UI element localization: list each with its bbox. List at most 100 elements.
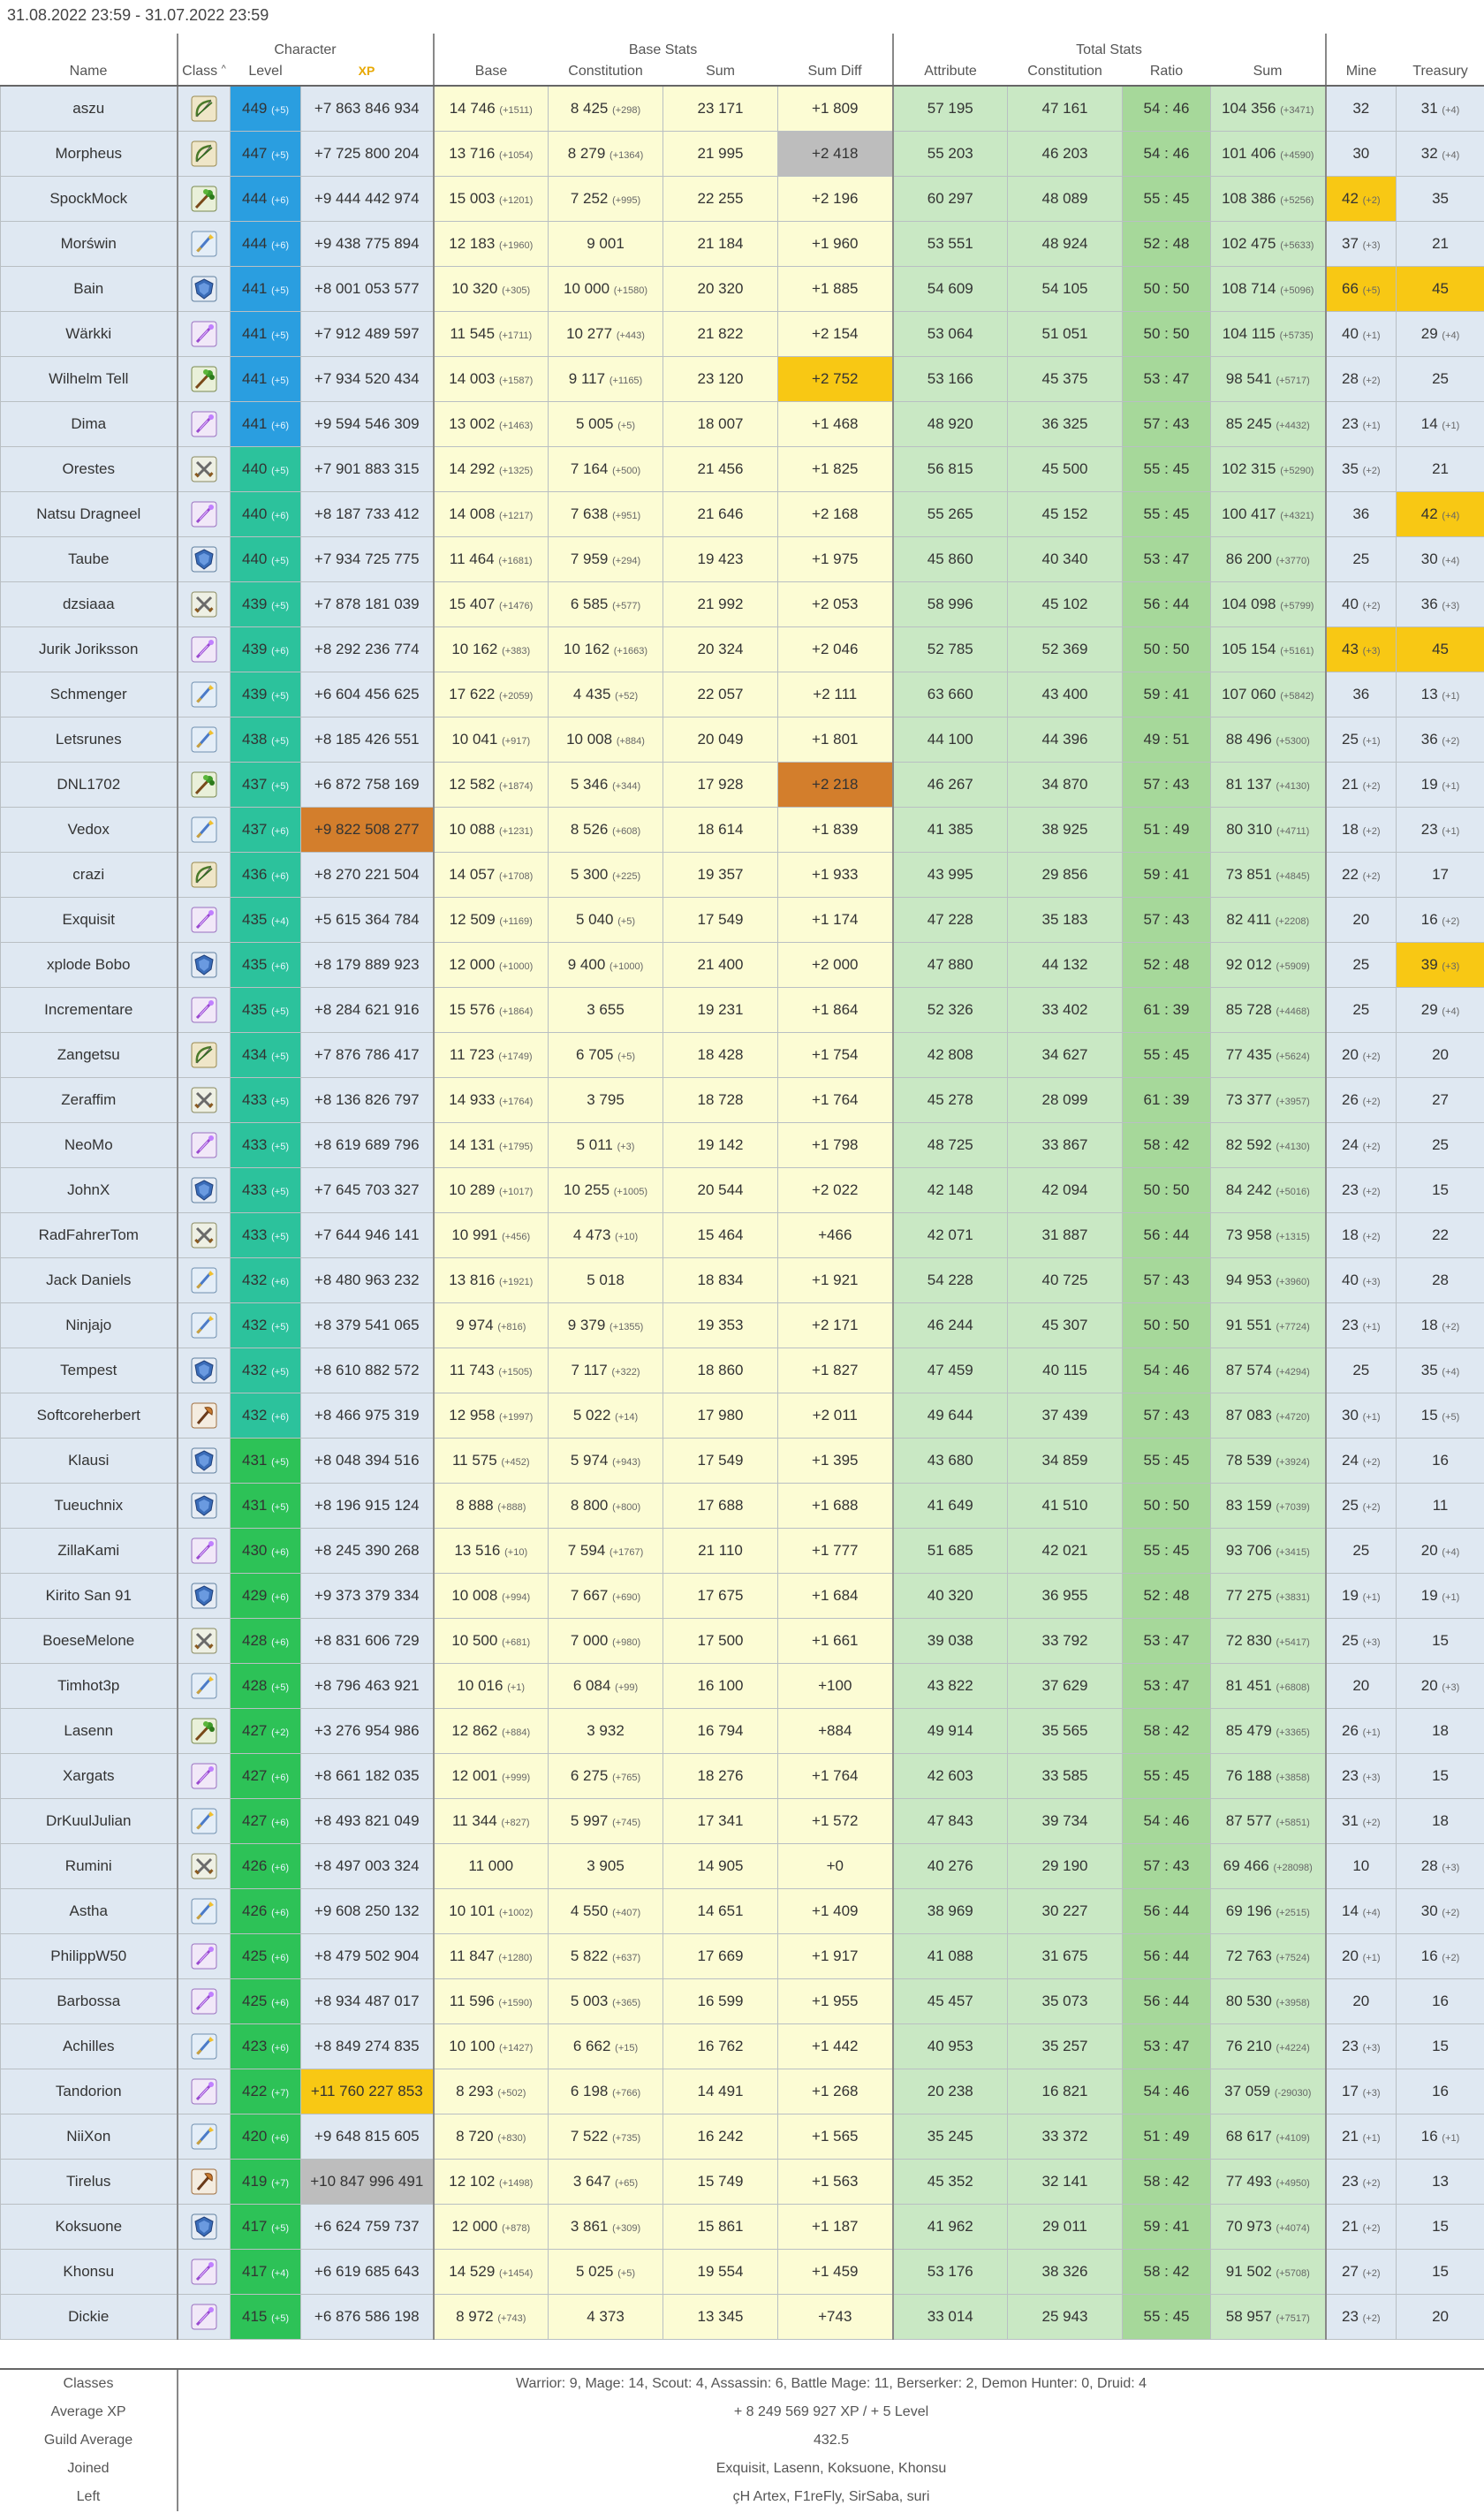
- table-row[interactable]: Letsrunes 438 (+5) +8 185 426 551 10 041 (+…: [0, 717, 1484, 763]
- player-xp: +9 822 508 277: [299, 807, 435, 853]
- table-row[interactable]: Dickie 415 (+5) +6 876 586 198 8 972 (+743)…: [0, 2294, 1484, 2340]
- table-row[interactable]: NiiXon 420 (+6) +9 648 815 605 8 720 (+830)…: [0, 2114, 1484, 2160]
- table-row[interactable]: Astha 426 (+6) +9 608 250 132 10 101 (+1002…: [0, 1888, 1484, 1934]
- table-row[interactable]: dzsiaaa 439 (+5) +7 878 181 039 15 407 (+14…: [0, 581, 1484, 627]
- table-row[interactable]: JohnX 433 (+5) +7 645 703 327 10 289 (+1017…: [0, 1167, 1484, 1213]
- player-class: [177, 491, 231, 537]
- table-row[interactable]: DrKuulJulian 427 (+6) +8 493 821 049 11 344…: [0, 1798, 1484, 1844]
- total-constitution: 51 051: [1007, 311, 1124, 357]
- table-row[interactable]: Zangetsu 434 (+5) +7 876 786 417 11 723 (+1…: [0, 1032, 1484, 1078]
- table-row[interactable]: Bain 441 (+5) +8 001 053 577 10 320 (+305) 1…: [0, 266, 1484, 312]
- table-row[interactable]: xplode Bobo 435 (+6) +8 179 889 923 12 000 …: [0, 942, 1484, 988]
- table-row[interactable]: Kirito San 91 429 (+6) +9 373 379 334 10 00…: [0, 1573, 1484, 1619]
- treasury-level: 45: [1396, 266, 1484, 312]
- player-level: 433 (+5): [230, 1077, 301, 1123]
- table-row[interactable]: Timhot3p 428 (+5) +8 796 463 921 10 016 (+1…: [0, 1663, 1484, 1709]
- table-row[interactable]: Taube 440 (+5) +7 934 725 775 11 464 (+1681…: [0, 536, 1484, 582]
- table-row[interactable]: Incrementare 435 (+5) +8 284 621 916 15 576…: [0, 987, 1484, 1033]
- table-row[interactable]: Schmenger 439 (+5) +6 604 456 625 17 622 (+…: [0, 672, 1484, 717]
- base-sum: 15 861: [662, 2204, 779, 2250]
- player-level: 439 (+5): [230, 581, 301, 627]
- table-row[interactable]: Tirelus 419 (+7) +10 847 996 491 12 102 (+1…: [0, 2159, 1484, 2205]
- player-name: Taube: [0, 536, 178, 582]
- table-row[interactable]: Morpheus 447 (+5) +7 725 800 204 13 716 (+1…: [0, 131, 1484, 177]
- player-xp: +7 725 800 204: [299, 131, 435, 177]
- mine-level: 26 (+2): [1325, 1077, 1397, 1123]
- base-stat: 13 002 (+1463): [433, 401, 549, 447]
- col-level[interactable]: Level: [230, 58, 301, 87]
- mine-level: 25 (+1): [1325, 717, 1397, 763]
- col-class[interactable]: Class ^: [177, 58, 231, 87]
- warrior-class-icon: [191, 1583, 217, 1609]
- col-treasury[interactable]: Treasury: [1396, 58, 1484, 87]
- table-row[interactable]: BoeseMelone 428 (+6) +8 831 606 729 10 500 …: [0, 1618, 1484, 1664]
- col-total-constitution[interactable]: Constitution: [1007, 58, 1123, 87]
- base-sum: 23 171: [662, 85, 779, 132]
- table-row[interactable]: Ninjajo 432 (+5) +8 379 541 065 9 974 (+816…: [0, 1302, 1484, 1348]
- mine-level: 18 (+2): [1325, 1212, 1397, 1258]
- player-class: [177, 1888, 231, 1934]
- table-row[interactable]: NeoMo 433 (+5) +8 619 689 796 14 131 (+1795…: [0, 1122, 1484, 1168]
- battlemage-class-icon: [191, 1673, 217, 1699]
- base-stat: 12 862 (+884): [433, 1708, 549, 1754]
- table-row[interactable]: Wilhelm Tell 441 (+5) +7 934 520 434 14 003…: [0, 356, 1484, 402]
- col-sum-diff[interactable]: Sum Diff: [777, 58, 894, 87]
- total-sum: 82 592 (+4130): [1210, 1122, 1327, 1168]
- base-sum: 15 749: [662, 2159, 779, 2205]
- warrior-class-icon: [191, 276, 217, 302]
- table-row[interactable]: Exquisit 435 (+4) +5 615 364 784 12 509 (+1…: [0, 897, 1484, 943]
- table-row[interactable]: Tandorion 422 (+7) +11 760 227 853 8 293 (+…: [0, 2069, 1484, 2114]
- table-row[interactable]: Vedox 437 (+6) +9 822 508 277 10 088 (+1231…: [0, 807, 1484, 853]
- base-stat: 15 407 (+1476): [433, 581, 549, 627]
- col-constitution[interactable]: Constitution: [548, 58, 663, 87]
- table-row[interactable]: Xargats 427 (+6) +8 661 182 035 12 001 (+99…: [0, 1753, 1484, 1799]
- mage-class-icon: [191, 1988, 217, 2015]
- col-xp[interactable]: XP: [300, 58, 435, 87]
- col-ratio[interactable]: Ratio: [1122, 58, 1211, 87]
- player-level: 440 (+6): [230, 491, 301, 537]
- col-sum[interactable]: Sum: [662, 58, 778, 87]
- table-row[interactable]: aszu 449 (+5) +7 863 846 934 14 746 (+1511)…: [0, 85, 1484, 132]
- table-row[interactable]: Tempest 432 (+5) +8 610 882 572 11 743 (+15…: [0, 1348, 1484, 1393]
- base-sum-diff: +1 409: [777, 1888, 894, 1934]
- table-row[interactable]: SpockMock 444 (+6) +9 444 442 974 15 003 (+…: [0, 176, 1484, 222]
- col-attribute[interactable]: Attribute: [892, 58, 1008, 87]
- treasury-level: 13: [1396, 2159, 1484, 2205]
- table-row[interactable]: Orestes 440 (+5) +7 901 883 315 14 292 (+13…: [0, 446, 1484, 492]
- table-row[interactable]: Softcoreherbert 432 (+6) +8 466 975 319 12 …: [0, 1393, 1484, 1439]
- table-row[interactable]: Natsu Dragneel 440 (+6) +8 187 733 412 14 0…: [0, 491, 1484, 537]
- table-row[interactable]: PhilippW50 425 (+6) +8 479 502 904 11 847 (…: [0, 1933, 1484, 1979]
- table-row[interactable]: Rumini 426 (+6) +8 497 003 324 11 000 3 905…: [0, 1843, 1484, 1889]
- player-level: 423 (+6): [230, 2023, 301, 2069]
- table-row[interactable]: Jack Daniels 432 (+6) +8 480 963 232 13 816…: [0, 1257, 1484, 1303]
- table-row[interactable]: Lasenn 427 (+2) +3 276 954 986 12 862 (+884…: [0, 1708, 1484, 1754]
- table-row[interactable]: Morświn 444 (+6) +9 438 775 894 12 183 (+19…: [0, 221, 1484, 267]
- table-row[interactable]: Achilles 423 (+6) +8 849 274 835 10 100 (+1…: [0, 2023, 1484, 2069]
- table-row[interactable]: crazi 436 (+6) +8 270 221 504 14 057 (+1708…: [0, 852, 1484, 898]
- table-row[interactable]: Dima 441 (+6) +9 594 546 309 13 002 (+1463)…: [0, 401, 1484, 447]
- base-constitution: 7 638 (+951): [548, 491, 664, 537]
- total-ratio: 54 : 46: [1122, 1348, 1212, 1393]
- table-row[interactable]: Barbossa 425 (+6) +8 934 487 017 11 596 (+1…: [0, 1978, 1484, 2024]
- table-row[interactable]: DNL1702 437 (+5) +6 872 758 169 12 582 (+18…: [0, 762, 1484, 808]
- table-row[interactable]: Koksuone 417 (+5) +6 624 759 737 12 000 (+8…: [0, 2204, 1484, 2250]
- table-row[interactable]: Khonsu 417 (+4) +6 619 685 643 14 529 (+145…: [0, 2249, 1484, 2295]
- table-row[interactable]: Tueuchnix 431 (+5) +8 196 915 124 8 888 (+8…: [0, 1483, 1484, 1529]
- col-name[interactable]: Name: [0, 58, 178, 87]
- table-row[interactable]: Zeraffim 433 (+5) +8 136 826 797 14 933 (+1…: [0, 1077, 1484, 1123]
- col-total-sum[interactable]: Sum: [1210, 58, 1327, 87]
- total-ratio: 55 : 45: [1122, 1753, 1212, 1799]
- table-row[interactable]: Klausi 431 (+5) +8 048 394 516 11 575 (+452…: [0, 1438, 1484, 1484]
- battlemage-class-icon: [191, 2123, 217, 2150]
- player-name: NeoMo: [0, 1122, 178, 1168]
- table-row[interactable]: Wärkki 441 (+5) +7 912 489 597 11 545 (+171…: [0, 311, 1484, 357]
- table-row[interactable]: ZillaKami 430 (+6) +8 245 390 268 13 516 (+…: [0, 1528, 1484, 1574]
- col-mine[interactable]: Mine: [1325, 58, 1397, 87]
- player-xp: +9 444 442 974: [299, 176, 435, 222]
- druid-class-icon: [191, 771, 217, 798]
- mine-level: 42 (+2): [1325, 176, 1397, 222]
- table-row[interactable]: RadFahrerTom 433 (+5) +7 644 946 141 10 991…: [0, 1212, 1484, 1258]
- col-base[interactable]: Base: [433, 58, 549, 87]
- player-xp: +9 373 379 334: [299, 1573, 435, 1619]
- table-row[interactable]: Jurik Joriksson 439 (+6) +8 292 236 774 10 …: [0, 626, 1484, 672]
